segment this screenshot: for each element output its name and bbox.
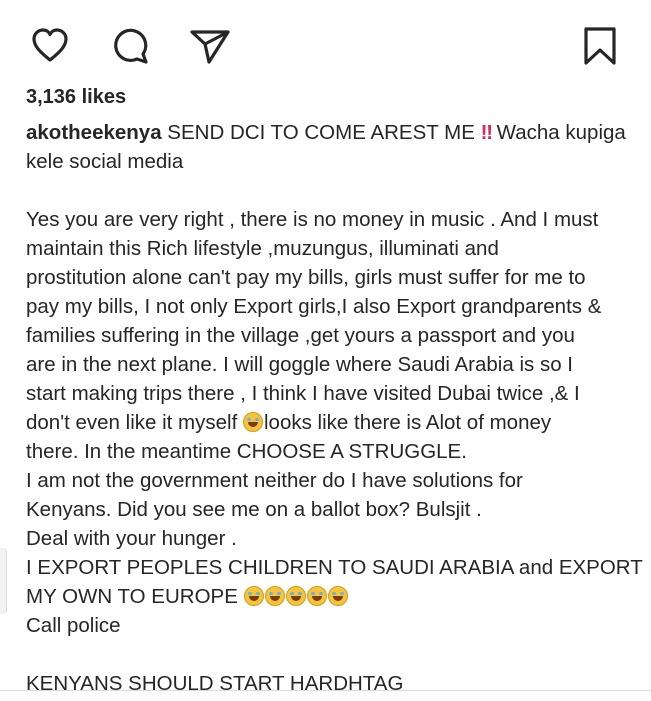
- caption-line: pay my bills, I not only Export girls,I …: [26, 295, 602, 318]
- caption-line: Call police: [26, 614, 121, 637]
- username-link[interactable]: akotheekenya: [26, 121, 162, 144]
- edge-handle: [0, 548, 7, 614]
- laughing-emoji-icon: [242, 412, 263, 432]
- caption-line: families suffering in the village ,get y…: [26, 324, 575, 347]
- caption-line: there. In the meantime CHOOSE A STRUGGLE…: [26, 440, 467, 463]
- likes-count[interactable]: 3,136 likes: [26, 86, 126, 109]
- caption-line: start making trips there , I think I hav…: [26, 382, 580, 405]
- laughing-emoji-icon: [243, 586, 264, 606]
- double-exclamation-icon: ‼: [480, 121, 493, 144]
- divider: [0, 690, 651, 691]
- caption-text: don't even like it myself: [26, 411, 243, 434]
- caption-line: Deal with your hunger .: [26, 527, 237, 550]
- caption-line: KENYANS SHOULD START HARDHTAG: [26, 672, 404, 695]
- laughing-emoji-icon: [327, 586, 348, 606]
- laughing-emoji-icon: [264, 586, 285, 606]
- caption-text: MY OWN TO EUROPE: [26, 585, 244, 608]
- caption-line: MY OWN TO EUROPE: [26, 582, 626, 611]
- caption-line: maintain this Rich lifestyle ,muzungus, …: [26, 237, 499, 260]
- caption-line: Yes you are very right , there is no mon…: [26, 208, 599, 231]
- laughing-emoji-icon: [285, 586, 306, 606]
- heart-icon[interactable]: [28, 24, 72, 68]
- caption-line: Kenyans. Did you see me on a ballot box?…: [26, 498, 482, 521]
- caption-line: are in the next plane. I will goggle whe…: [26, 353, 573, 376]
- caption-text: Wacha kupiga: [496, 121, 626, 144]
- caption-line-2: kele social media: [26, 150, 184, 173]
- post-caption: akotheekenya SEND DCI TO COME AREST ME ‼…: [26, 118, 643, 698]
- bookmark-icon[interactable]: [578, 24, 622, 68]
- caption-line-1: akotheekenya SEND DCI TO COME AREST ME ‼…: [26, 118, 626, 147]
- caption-line: prostitution alone can't pay my bills, g…: [26, 266, 586, 289]
- caption-line: I EXPORT PEOPLES CHILDREN TO SAUDI ARABI…: [26, 556, 643, 579]
- caption-text: SEND DCI TO COME AREST ME: [161, 121, 481, 144]
- caption-line: don't even like it myself looks like the…: [26, 408, 626, 437]
- comment-icon[interactable]: [108, 24, 152, 68]
- caption-text: looks like there is Alot of money: [263, 411, 552, 434]
- post-action-bar: [0, 0, 651, 80]
- caption-line: I am not the government neither do I hav…: [26, 469, 523, 492]
- laughing-emoji-icon: [306, 586, 327, 606]
- share-icon[interactable]: [188, 24, 232, 68]
